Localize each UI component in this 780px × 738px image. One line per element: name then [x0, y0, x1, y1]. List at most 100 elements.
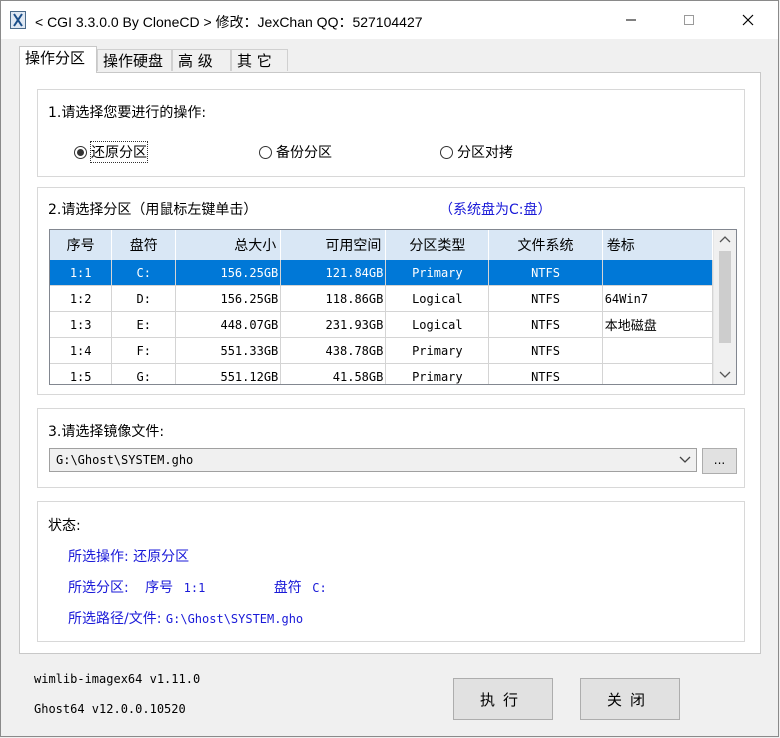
radio-checked-icon [74, 145, 87, 159]
status-drive-value: C: [312, 581, 327, 595]
radio-backup-partition[interactable]: 备份分区 [259, 142, 332, 162]
status-path-value: G:\Ghost\SYSTEM.gho [165, 612, 304, 626]
column-header-total[interactable]: 总大小 [175, 230, 282, 260]
table-row[interactable]: 1:1 C: 156.25GB 121.84GB Primary NTFS [50, 260, 714, 286]
browse-button[interactable]: ... [702, 448, 737, 474]
column-header-label[interactable]: 卷标 [602, 230, 714, 260]
cell-free: 118.86GB [280, 285, 387, 312]
cell-free: 231.93GB [280, 311, 387, 338]
scroll-thumb[interactable] [719, 251, 731, 343]
cell-drive: C: [111, 260, 177, 286]
cell-total: 551.12GB [175, 363, 282, 384]
cell-fs: NTFS [488, 260, 603, 286]
cell-drive: F: [111, 337, 177, 364]
cell-fs: NTFS [488, 285, 603, 312]
scroll-down-icon[interactable] [714, 364, 736, 384]
cell-index: 1:3 [50, 311, 113, 338]
radio-copy-partition[interactable]: 分区对拷 [440, 142, 513, 162]
minimize-icon [626, 19, 636, 21]
cell-total: 156.25GB [175, 285, 282, 312]
cell-drive: E: [111, 311, 177, 338]
main-window: < CGI 3.3.0.0 By CloneCD > 修改：JexChan QQ… [0, 0, 779, 737]
cell-type: Primary [385, 260, 490, 286]
cell-free: 121.84GB [280, 260, 387, 286]
column-header-fs[interactable]: 文件系统 [488, 230, 603, 260]
cell-index: 1:5 [50, 363, 113, 384]
status-index-value: 1:1 [183, 581, 206, 595]
cell-label: 本地磁盘 [602, 311, 714, 338]
status-partition-label: 所选分区: [68, 580, 129, 596]
tab-operate-partition[interactable]: 操作分区 [19, 46, 97, 73]
tab-advanced[interactable]: 高 级 [172, 49, 231, 71]
scroll-up-icon[interactable] [714, 230, 736, 250]
table-row[interactable]: 1:3 E: 448.07GB 231.93GB Logical NTFS 本地… [50, 311, 714, 338]
close-window-button[interactable] [725, 1, 771, 39]
column-header-drive[interactable]: 盘符 [111, 230, 177, 260]
status-operation-line: 所选操作: 还原分区 [68, 546, 189, 566]
partition-label: 2.请选择分区（用鼠标左键单击） [48, 202, 258, 218]
cell-free: 41.58GB [280, 363, 387, 384]
title-bar: < CGI 3.3.0.0 By CloneCD > 修改：JexChan QQ… [1, 1, 778, 39]
operation-label: 1.请选择您要进行的操作: [48, 105, 207, 121]
image-file-value: G:\Ghost\SYSTEM.gho [56, 453, 194, 467]
status-operation-value: 还原分区 [133, 549, 190, 565]
column-header-type[interactable]: 分区类型 [385, 230, 490, 260]
tab-operate-disk[interactable]: 操作硬盘 [97, 49, 172, 71]
tab-other[interactable]: 其 它 [231, 49, 288, 71]
cell-total: 551.33GB [175, 337, 282, 364]
cell-type: Primary [385, 337, 490, 364]
table-header-row: 序号 盘符 总大小 可用空间 分区类型 文件系统 卷标 [50, 230, 714, 260]
close-button[interactable]: 关闭 [580, 678, 680, 720]
close-icon [742, 14, 754, 26]
partition-table: 序号 盘符 总大小 可用空间 分区类型 文件系统 卷标 1:1 C: 156.2… [50, 230, 714, 384]
status-path-label: 所选路径/文件: [68, 611, 162, 627]
cell-fs: NTFS [488, 363, 603, 384]
cell-drive: D: [111, 285, 177, 312]
radio-unchecked-icon [259, 145, 272, 159]
status-index-label: 序号 [145, 580, 174, 596]
cell-drive: G: [111, 363, 177, 384]
maximize-button[interactable] [666, 1, 712, 39]
cell-type: Logical [385, 311, 490, 338]
partition-list[interactable]: 序号 盘符 总大小 可用空间 分区类型 文件系统 卷标 1:1 C: 156.2… [49, 229, 737, 385]
cell-free: 438.78GB [280, 337, 387, 364]
window-title: < CGI 3.3.0.0 By CloneCD > 修改：JexChan QQ… [35, 14, 423, 30]
ghost-version: Ghost64 v12.0.0.10520 [34, 702, 186, 716]
cell-type: Logical [385, 285, 490, 312]
image-file-label: 3.请选择镜像文件: [48, 424, 165, 440]
dropdown-button[interactable] [674, 449, 696, 471]
cell-type: Primary [385, 363, 490, 384]
cell-fs: NTFS [488, 337, 603, 364]
cell-index: 1:4 [50, 337, 113, 364]
minimize-button[interactable] [608, 1, 654, 39]
image-file-combobox[interactable]: G:\Ghost\SYSTEM.gho [49, 448, 697, 472]
radio-backup-label: 备份分区 [276, 145, 332, 161]
status-label: 状态: [48, 518, 81, 534]
status-partition-line: 所选分区: 序号 1:1 盘符 C: [68, 577, 327, 597]
execute-button[interactable]: 执行 [453, 678, 553, 720]
cell-label [602, 363, 714, 384]
radio-copy-label: 分区对拷 [457, 145, 513, 161]
table-row[interactable]: 1:2 D: 156.25GB 118.86GB Logical NTFS 64… [50, 285, 714, 312]
system-disk-note: （系统盘为C:盘） [439, 202, 552, 218]
cgi-app-icon [10, 11, 26, 29]
table-row[interactable]: 1:5 G: 551.12GB 41.58GB Primary NTFS [50, 363, 714, 384]
radio-restore-label: 还原分区 [90, 141, 148, 163]
list-scrollbar[interactable] [713, 230, 736, 384]
cell-fs: NTFS [488, 311, 603, 338]
status-drive-label: 盘符 [273, 580, 302, 596]
cell-index: 1:1 [50, 260, 113, 286]
cell-total: 448.07GB [175, 311, 282, 338]
column-header-index[interactable]: 序号 [50, 230, 113, 260]
maximize-icon [684, 15, 694, 25]
chevron-down-icon [679, 456, 691, 463]
table-row[interactable]: 1:4 F: 551.33GB 438.78GB Primary NTFS [50, 337, 714, 364]
cell-total: 156.25GB [175, 260, 282, 286]
column-header-free[interactable]: 可用空间 [280, 230, 387, 260]
radio-restore-partition[interactable]: 还原分区 [74, 141, 148, 163]
wimlib-version: wimlib-imagex64 v1.11.0 [34, 672, 201, 686]
cell-label [602, 260, 714, 286]
radio-unchecked-icon [440, 145, 453, 159]
cell-index: 1:2 [50, 285, 113, 312]
status-path-line: 所选路径/文件: G:\Ghost\SYSTEM.gho [68, 608, 303, 628]
